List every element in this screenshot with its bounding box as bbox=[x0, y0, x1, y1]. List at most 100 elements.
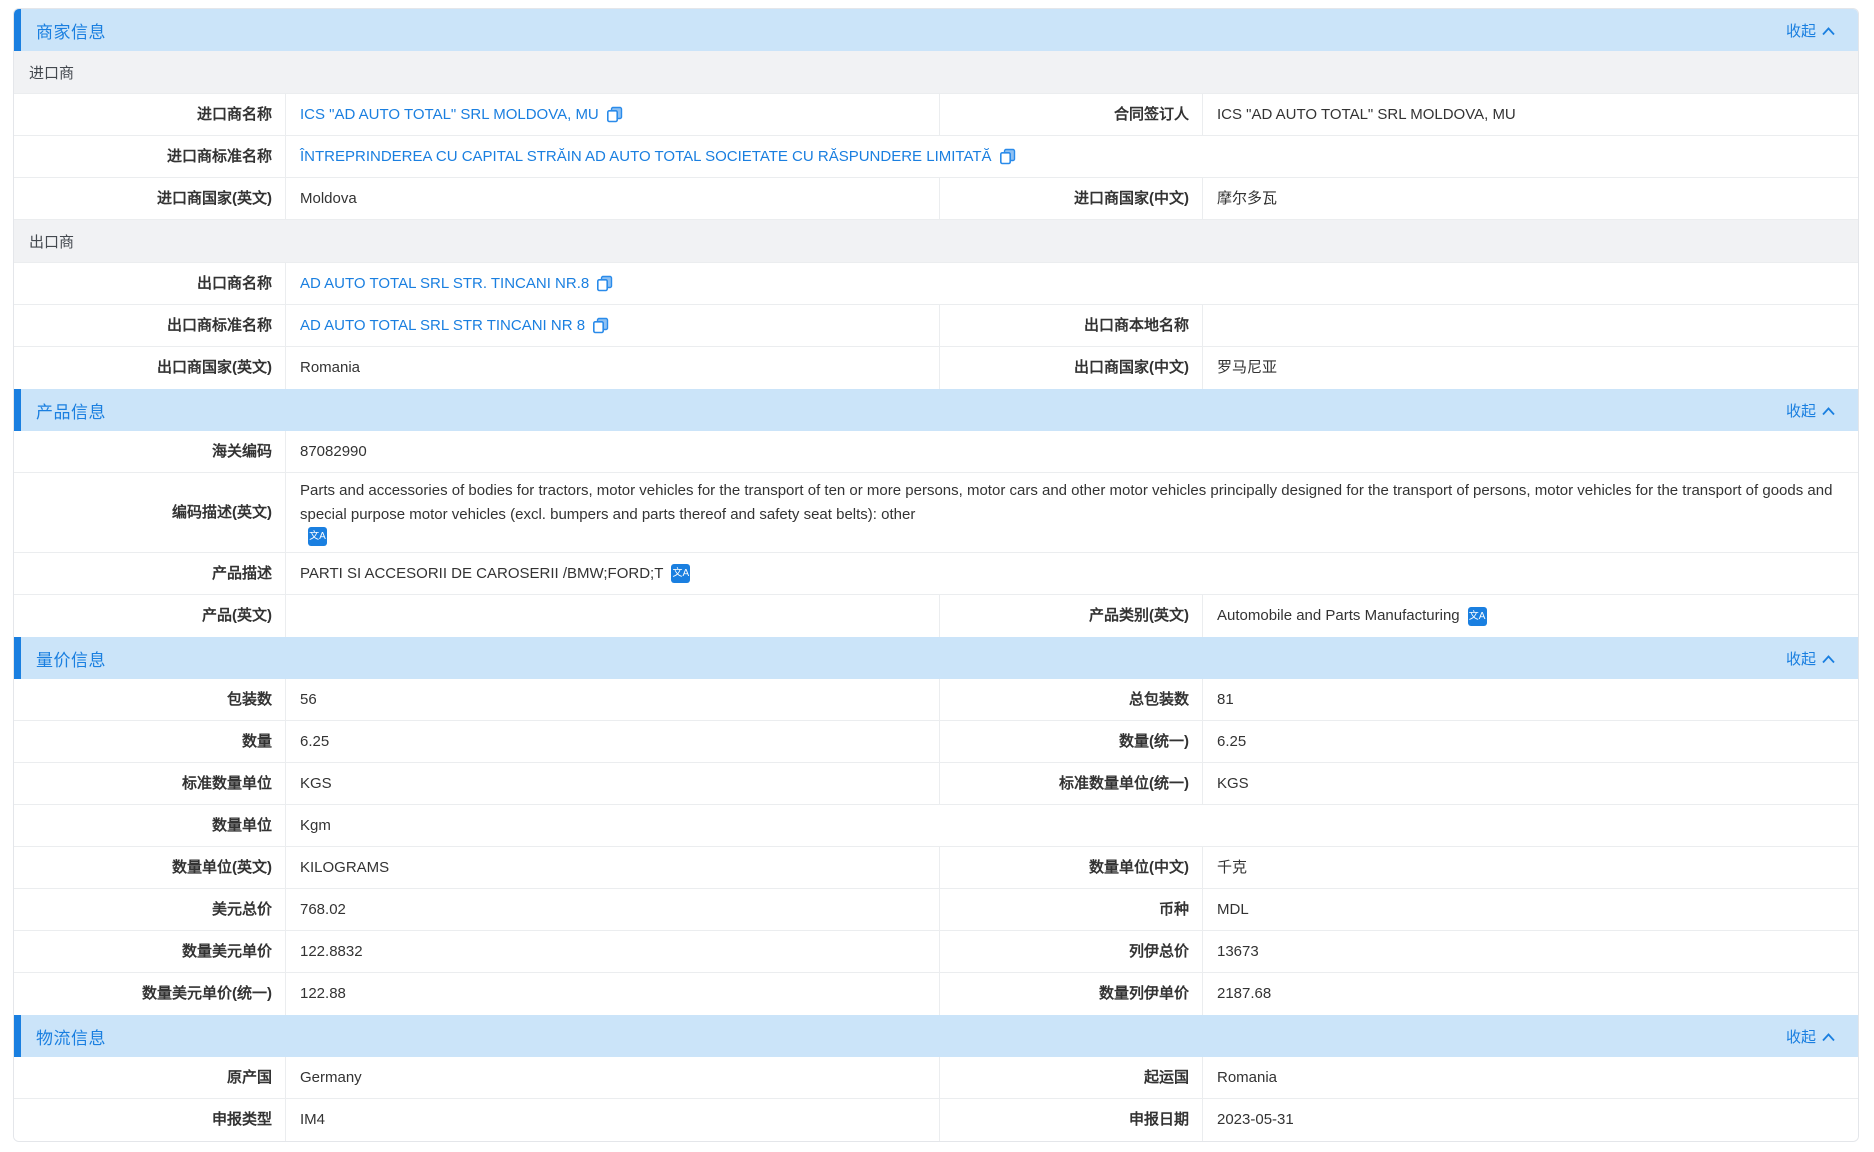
field-value-text: 81 bbox=[1217, 688, 1234, 712]
collapse-label: 收起 bbox=[1786, 400, 1816, 421]
field-label: 出口商国家(英文) bbox=[14, 347, 286, 389]
table-row: 进口商 bbox=[14, 51, 1858, 94]
section-title: 量价信息 bbox=[36, 646, 106, 671]
field-value: PARTI SI ACCESORII DE CAROSERII /BMW;FOR… bbox=[286, 553, 1858, 594]
subsection-label: 进口商 bbox=[29, 62, 74, 83]
field-label: 进口商名称 bbox=[14, 94, 286, 135]
field-value-link: AD AUTO TOTAL SRL STR TINCANI NR 8 bbox=[286, 305, 940, 346]
field-label: 合同签订人 bbox=[940, 94, 1203, 135]
table-row: 数量6.25数量(统一)6.25 bbox=[14, 721, 1858, 763]
field-value-text: Germany bbox=[300, 1066, 362, 1090]
field-value: Germany bbox=[286, 1057, 940, 1098]
field-value: 122.88 bbox=[286, 973, 940, 1015]
copy-icon[interactable] bbox=[592, 317, 609, 334]
copy-icon[interactable] bbox=[596, 275, 613, 292]
section-title: 商家信息 bbox=[36, 18, 106, 43]
field-label: 数量单位 bbox=[14, 805, 286, 846]
field-label: 申报日期 bbox=[940, 1099, 1203, 1141]
field-label: 数量美元单价 bbox=[14, 931, 286, 972]
field-value-text: 768.02 bbox=[300, 898, 346, 922]
field-label: 进口商标准名称 bbox=[14, 136, 286, 177]
field-value-text: 6.25 bbox=[1217, 730, 1246, 754]
field-label: 申报类型 bbox=[14, 1099, 286, 1141]
field-value-text: 摩尔多瓦 bbox=[1217, 187, 1277, 211]
field-label: 包装数 bbox=[14, 679, 286, 720]
field-label: 海关编码 bbox=[14, 431, 286, 472]
translate-icon[interactable]: 文A bbox=[308, 527, 327, 546]
field-label: 美元总价 bbox=[14, 889, 286, 930]
field-value: 2187.68 bbox=[1203, 973, 1858, 1015]
table-row: 出口商 bbox=[14, 220, 1858, 263]
table-row: 申报类型 IM4 申报日期2023-05-31 bbox=[14, 1099, 1858, 1141]
table-row: 数量美元单价(统一)122.88数量列伊单价2187.68 bbox=[14, 973, 1858, 1015]
field-value-text: 千克 bbox=[1217, 856, 1247, 880]
field-value: Automobile and Parts Manufacturing文A bbox=[1203, 595, 1858, 637]
table-row: 数量美元单价 122.8832 列伊总价13673 bbox=[14, 931, 1858, 973]
copy-icon[interactable] bbox=[606, 106, 623, 123]
section-header-product-info: 产品信息收起 bbox=[14, 389, 1858, 431]
field-value: 87082990 bbox=[286, 431, 1858, 472]
table-row: 进口商标准名称 ÎNTREPRINDEREA CU CAPITAL STRĂIN … bbox=[14, 136, 1858, 178]
company-link[interactable]: ÎNTREPRINDEREA CU CAPITAL STRĂIN AD AUTO… bbox=[300, 145, 992, 169]
field-label: 标准数量单位(统一) bbox=[940, 763, 1203, 804]
field-label: 数量美元单价(统一) bbox=[14, 973, 286, 1015]
field-value-text: 122.88 bbox=[300, 982, 346, 1006]
field-label: 标准数量单位 bbox=[14, 763, 286, 804]
table-row: 出口商名称AD AUTO TOTAL SRL STR. TINCANI NR.8 bbox=[14, 263, 1858, 305]
field-label: 产品类别(英文) bbox=[940, 595, 1203, 637]
field-value-text: Moldova bbox=[300, 187, 357, 211]
field-value-link: AD AUTO TOTAL SRL STR. TINCANI NR.8 bbox=[286, 263, 1858, 304]
translate-icon[interactable]: 文A bbox=[671, 564, 690, 583]
field-value: KGS bbox=[1203, 763, 1858, 804]
field-value-text: IM4 bbox=[300, 1108, 325, 1132]
field-value-text: Romania bbox=[1217, 1066, 1277, 1090]
field-label: 出口商标准名称 bbox=[14, 305, 286, 346]
field-value-link: ICS "AD AUTO TOTAL" SRL MOLDOVA, MU bbox=[286, 94, 940, 135]
field-value: Kgm bbox=[286, 805, 1858, 846]
field-value-text: Parts and accessories of bodies for trac… bbox=[300, 479, 1846, 527]
company-link[interactable]: ICS "AD AUTO TOTAL" SRL MOLDOVA, MU bbox=[300, 103, 599, 127]
field-value: 13673 bbox=[1203, 931, 1858, 972]
field-label: 数量单位(中文) bbox=[940, 847, 1203, 888]
field-value: 56 bbox=[286, 679, 940, 720]
table-row: 数量单位(英文)KILOGRAMS数量单位(中文)千克 bbox=[14, 847, 1858, 889]
field-value-text: KGS bbox=[300, 772, 332, 796]
field-label: 列伊总价 bbox=[940, 931, 1203, 972]
collapse-label: 收起 bbox=[1786, 1026, 1816, 1047]
section-title: 物流信息 bbox=[36, 1024, 106, 1049]
field-label: 进口商国家(英文) bbox=[14, 178, 286, 219]
field-value: 6.25 bbox=[1203, 721, 1858, 762]
table-row: 原产国Germany起运国Romania bbox=[14, 1057, 1858, 1099]
field-value: 罗马尼亚 bbox=[1203, 347, 1858, 389]
collapse-button[interactable]: 收起 bbox=[1786, 400, 1836, 421]
field-value: 摩尔多瓦 bbox=[1203, 178, 1858, 219]
table-row: 美元总价768.02币种MDL bbox=[14, 889, 1858, 931]
field-label: 数量单位(英文) bbox=[14, 847, 286, 888]
trade-record-detail-page: 商家信息收起进口商进口商名称ICS "AD AUTO TOTAL" SRL MO… bbox=[13, 8, 1859, 1142]
table-row: 海关编码87082990 bbox=[14, 431, 1858, 473]
collapse-button[interactable]: 收起 bbox=[1786, 648, 1836, 669]
field-label: 编码描述(英文) bbox=[14, 473, 286, 552]
collapse-button[interactable]: 收起 bbox=[1786, 20, 1836, 41]
field-value-text: 122.8832 bbox=[300, 940, 363, 964]
company-link[interactable]: AD AUTO TOTAL SRL STR. TINCANI NR.8 bbox=[300, 272, 589, 296]
company-link[interactable]: AD AUTO TOTAL SRL STR TINCANI NR 8 bbox=[300, 314, 585, 338]
field-value: 2023-05-31 bbox=[1203, 1099, 1858, 1141]
field-label: 数量 bbox=[14, 721, 286, 762]
field-value: 千克 bbox=[1203, 847, 1858, 888]
field-value-text: ICS "AD AUTO TOTAL" SRL MOLDOVA, MU bbox=[1217, 103, 1516, 127]
field-value: 6.25 bbox=[286, 721, 940, 762]
table-row: 出口商标准名称 AD AUTO TOTAL SRL STR TINCANI NR … bbox=[14, 305, 1858, 347]
translate-icon[interactable]: 文A bbox=[1468, 607, 1487, 626]
field-label: 产品描述 bbox=[14, 553, 286, 594]
field-value-text: Kgm bbox=[300, 814, 331, 838]
field-label: 出口商本地名称 bbox=[940, 305, 1203, 346]
section-quantity-price-info: 量价信息收起包装数56总包装数81数量6.25数量(统一)6.25标准数量单位K… bbox=[14, 637, 1858, 1015]
copy-icon[interactable] bbox=[999, 148, 1016, 165]
field-value: KGS bbox=[286, 763, 940, 804]
table-row: 进口商国家(英文)Moldova进口商国家(中文)摩尔多瓦 bbox=[14, 178, 1858, 220]
collapse-button[interactable]: 收起 bbox=[1786, 1026, 1836, 1047]
field-value bbox=[1203, 305, 1858, 346]
field-value: Romania bbox=[1203, 1057, 1858, 1098]
chevron-up-icon bbox=[1821, 26, 1836, 37]
